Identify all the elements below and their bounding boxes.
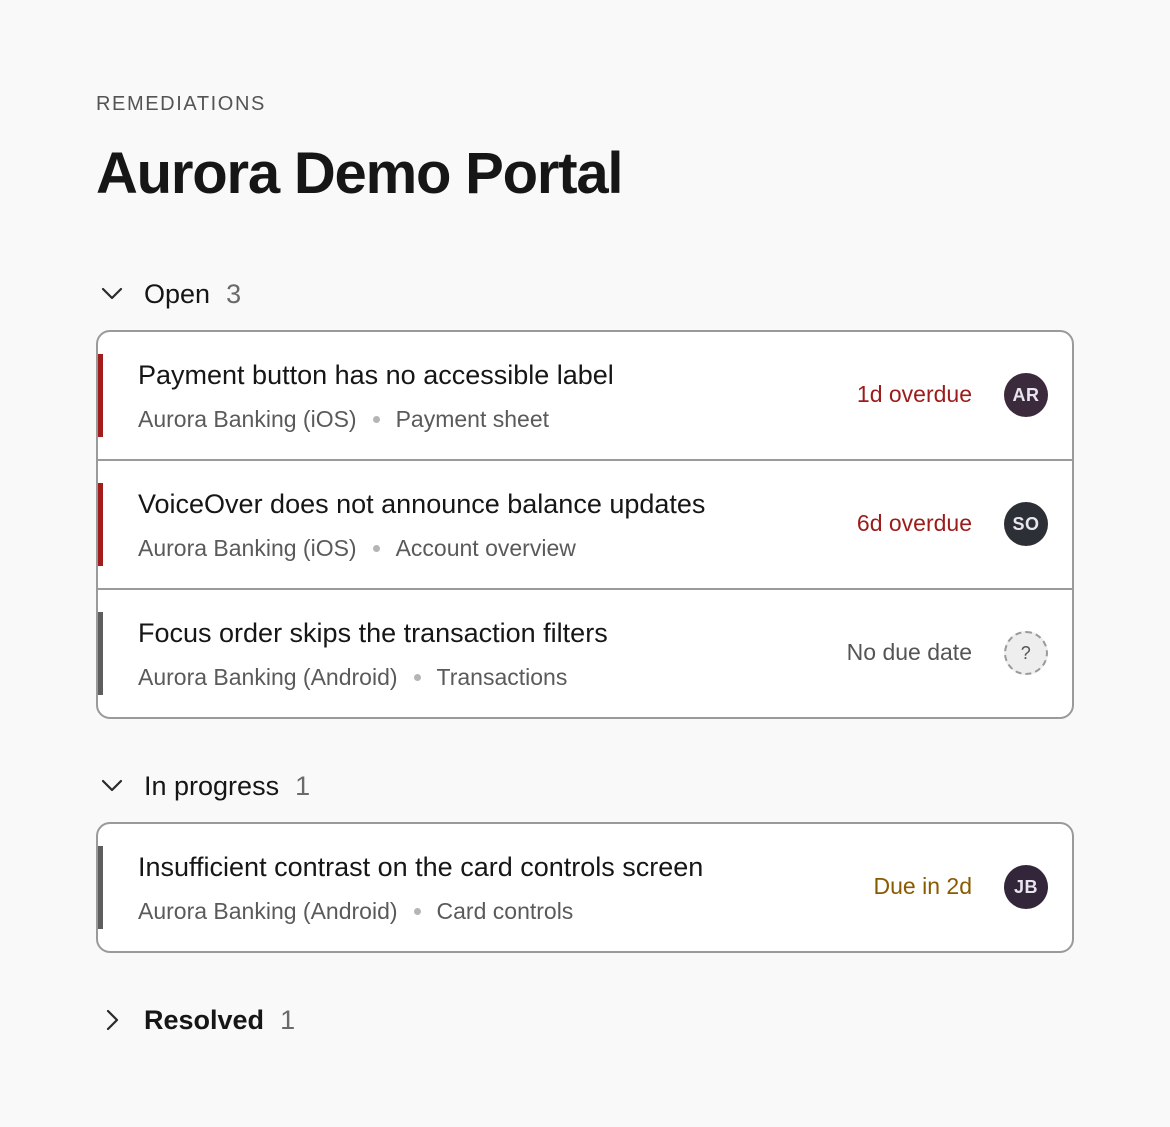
remediation-screen: Account overview <box>395 535 576 561</box>
chevron-down-icon <box>98 772 126 800</box>
section-count-resolved: 1 <box>280 1004 296 1035</box>
section-label-open: Open <box>144 278 211 309</box>
section-label-resolved: Resolved <box>144 1004 265 1035</box>
due-status: No due date <box>846 639 972 665</box>
in-progress-remediations-list: Insufficient contrast on the card contro… <box>96 822 1074 953</box>
severity-accent <box>98 483 103 566</box>
remediation-meta: Aurora Banking (iOS) Account overview <box>138 535 576 562</box>
remediation-meta: Aurora Banking (iOS) Payment sheet <box>138 406 549 433</box>
remediation-app: Aurora Banking (Android) <box>138 664 398 690</box>
section-header-resolved[interactable]: Resolved 1 <box>96 1000 295 1040</box>
remediation-screen: Transactions <box>436 664 568 690</box>
remediation-screen: Card controls <box>436 898 574 924</box>
remediation-app: Aurora Banking (Android) <box>138 898 398 924</box>
separator-dot <box>372 416 380 423</box>
separator-dot <box>413 674 421 681</box>
page-title: Aurora Demo Portal <box>96 141 623 206</box>
assignee-avatar[interactable]: JB <box>1004 865 1048 909</box>
section-count-in-progress: 1 <box>295 770 311 801</box>
section-label-in-progress: In progress <box>144 770 280 801</box>
remediation-title: Focus order skips the transaction filter… <box>138 618 608 648</box>
remediation-row[interactable]: Payment button has no accessible label A… <box>98 332 1072 461</box>
assignee-avatar[interactable]: AR <box>1004 373 1048 417</box>
separator-dot <box>372 545 380 552</box>
remediation-row[interactable]: Focus order skips the transaction filter… <box>98 590 1072 717</box>
assignee-avatar[interactable]: SO <box>1004 502 1048 546</box>
remediation-title: Insufficient contrast on the card contro… <box>138 852 704 882</box>
chevron-right-icon <box>98 1006 126 1034</box>
unassigned-avatar[interactable]: ? <box>1004 631 1048 675</box>
remediation-meta: Aurora Banking (Android) Transactions <box>138 664 567 691</box>
due-status: 6d overdue <box>856 510 972 536</box>
remediation-screen: Payment sheet <box>395 406 550 432</box>
section-header-in-progress[interactable]: In progress 1 <box>96 766 310 806</box>
open-remediations-list: Payment button has no accessible label A… <box>96 330 1074 719</box>
remediation-title: Payment button has no accessible label <box>138 360 614 390</box>
due-status: Due in 2d <box>873 873 972 899</box>
remediation-app: Aurora Banking (iOS) <box>138 406 357 432</box>
severity-accent <box>98 612 103 695</box>
section-header-open[interactable]: Open 3 <box>96 274 241 314</box>
severity-accent <box>98 846 103 929</box>
section-count-open: 3 <box>226 278 242 309</box>
page-eyebrow: REMEDIATIONS <box>96 93 266 115</box>
remediation-row[interactable]: VoiceOver does not announce balance upda… <box>98 461 1072 590</box>
chevron-down-icon <box>98 280 126 308</box>
remediation-title: VoiceOver does not announce balance upda… <box>138 489 706 519</box>
separator-dot <box>413 908 421 915</box>
remediation-app: Aurora Banking (iOS) <box>138 535 357 561</box>
due-status: 1d overdue <box>856 381 972 407</box>
remediation-meta: Aurora Banking (Android) Card controls <box>138 898 573 925</box>
remediation-row[interactable]: Insufficient contrast on the card contro… <box>98 824 1072 951</box>
severity-accent <box>98 354 103 437</box>
